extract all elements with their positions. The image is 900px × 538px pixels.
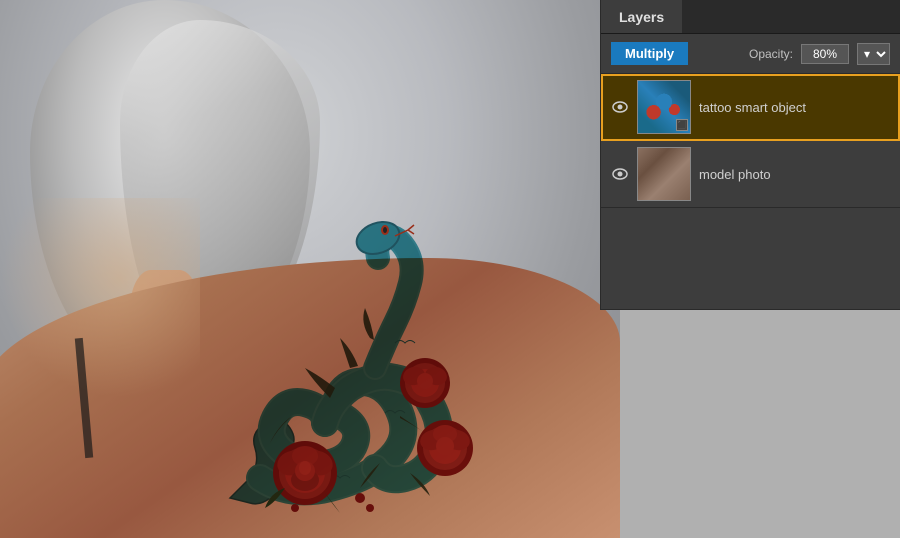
- opacity-dropdown[interactable]: ▾: [857, 43, 890, 65]
- layer-item-model[interactable]: model photo: [601, 141, 900, 208]
- layers-tab[interactable]: Layers: [601, 0, 682, 33]
- blend-opacity-row: Multiply Opacity: ▾: [601, 34, 900, 74]
- layers-panel: Layers Multiply Opacity: ▾ ⬛ tattoo smar…: [600, 0, 900, 310]
- opacity-input[interactable]: [801, 44, 849, 64]
- layer-item-tattoo[interactable]: ⬛ tattoo smart object: [601, 74, 900, 141]
- layer-thumbnail-model: [637, 147, 691, 201]
- layer-name-model: model photo: [699, 167, 890, 182]
- layer-name-tattoo: tattoo smart object: [699, 100, 890, 115]
- tattoo-artwork: [130, 118, 500, 518]
- tattoo-svg: [130, 118, 500, 518]
- blend-mode-button[interactable]: Multiply: [611, 42, 688, 65]
- panel-tab-bar: Layers: [601, 0, 900, 34]
- layer-thumbnail-tattoo: ⬛: [637, 80, 691, 134]
- visibility-icon-tattoo[interactable]: [611, 98, 629, 116]
- opacity-label: Opacity:: [749, 47, 793, 61]
- visibility-icon-model[interactable]: [611, 165, 629, 183]
